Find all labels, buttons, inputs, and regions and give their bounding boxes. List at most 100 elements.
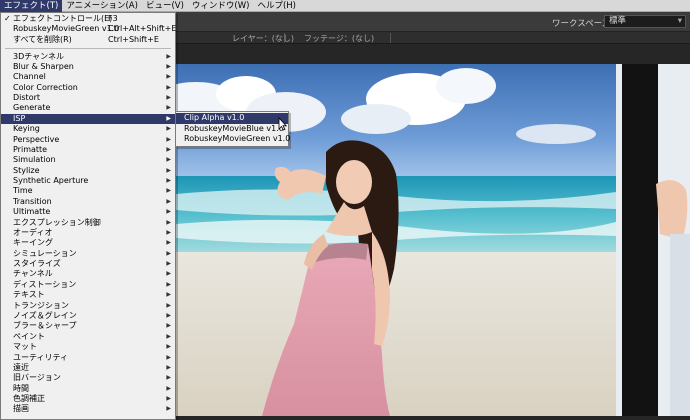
menu-item-category[interactable]: シミュレーション ▶ <box>1 249 175 259</box>
submenu-arrow-icon: ▶ <box>166 83 171 91</box>
submenu-item-clip-alpha[interactable]: Clip Alpha v1.0 <box>176 113 288 124</box>
menu-item-remove-all[interactable]: すべてを削除(R) Ctrl+Shift+E <box>1 35 175 45</box>
menu-effect[interactable]: エフェクト(T) <box>0 0 63 12</box>
menu-item-label: トランジション <box>13 300 69 310</box>
menu-item-label: Generate <box>13 103 51 113</box>
check-icon: ✓ <box>4 14 11 23</box>
menu-item-category[interactable]: トランジション ▶ <box>1 301 175 311</box>
menu-item-category[interactable]: エクスプレッション制御 ▶ <box>1 218 175 228</box>
menu-item-category[interactable]: ノイズ＆グレイン ▶ <box>1 311 175 321</box>
submenu-arrow-icon: ▶ <box>166 73 171 81</box>
menu-item-label: Time <box>13 186 33 196</box>
menu-item-label: 色調補正 <box>13 394 45 404</box>
menu-item-shortcut: F3 <box>108 14 118 23</box>
menu-divider <box>5 48 171 49</box>
menu-item-category[interactable]: Perspective ▶ <box>1 135 175 145</box>
menu-item-label: シミュレーション <box>13 248 77 258</box>
menu-item-category[interactable]: Synthetic Aperture ▶ <box>1 176 175 186</box>
menu-item-category[interactable]: Blur & Sharpen ▶ <box>1 62 175 72</box>
menu-item-category[interactable]: チャンネル ▶ <box>1 269 175 279</box>
menu-item-category[interactable]: Primatte ▶ <box>1 145 175 155</box>
mouse-cursor-icon <box>278 117 287 131</box>
menu-item-shortcut: Ctrl+Shift+E <box>108 34 159 44</box>
isp-submenu: Clip Alpha v1.0 RobuskeyMovieBlue v1.0 R… <box>175 111 290 147</box>
menu-view[interactable]: ビュー(V) <box>142 0 188 12</box>
submenu-arrow-icon: ▶ <box>166 374 171 382</box>
menu-item-category[interactable]: 旧バージョン ▶ <box>1 373 175 383</box>
menu-item-label: ISP <box>13 113 26 123</box>
menu-item-category[interactable]: ペイント ▶ <box>1 332 175 342</box>
submenu-arrow-icon: ▶ <box>166 197 171 205</box>
menu-item-category[interactable]: 3Dチャンネル ▶ <box>1 52 175 62</box>
menu-item-category[interactable]: ユーティリティ ▶ <box>1 353 175 363</box>
menu-item-category[interactable]: キーイング ▶ <box>1 238 175 248</box>
submenu-arrow-icon: ▶ <box>166 52 171 60</box>
effect-menu: ✓ エフェクトコントロール(E) F3 RobuskeyMovieGreen v… <box>0 12 176 420</box>
menu-item-label: ディストーション <box>13 279 77 289</box>
menu-item-label: ユーティリティ <box>13 352 69 362</box>
workspace-value: 標準 <box>609 16 627 26</box>
workspace-select[interactable]: 標準 ▾ <box>604 15 686 28</box>
composition-image-edge <box>616 64 690 416</box>
menu-item-category[interactable]: オーディオ ▶ <box>1 228 175 238</box>
menu-item-category[interactable]: テキスト ▶ <box>1 290 175 300</box>
menu-item-label: エクスプレッション制御 <box>13 217 101 227</box>
menu-item-category[interactable]: Simulation ▶ <box>1 155 175 165</box>
menu-animation[interactable]: アニメーション(A) <box>62 0 142 12</box>
menu-window[interactable]: ウィンドウ(W) <box>188 0 254 12</box>
menu-item-category[interactable]: ディストーション ▶ <box>1 280 175 290</box>
menu-item-category[interactable]: 時間 ▶ <box>1 384 175 394</box>
menu-item-label: スタイライズ <box>13 259 61 269</box>
menu-item-shortcut: Ctrl+Alt+Shift+E <box>108 24 177 34</box>
menu-item-category[interactable]: Color Correction ▶ <box>1 83 175 93</box>
submenu-arrow-icon: ▶ <box>166 208 171 216</box>
menu-item-label: 時間 <box>13 383 29 393</box>
menu-item-category[interactable]: Generate ▶ <box>1 103 175 113</box>
menu-item-label: ブラー＆シャープ <box>13 321 77 331</box>
menu-item-label: Perspective <box>13 134 60 144</box>
menu-item-category[interactable]: Ultimatte ▶ <box>1 207 175 217</box>
submenu-arrow-icon: ▶ <box>166 228 171 236</box>
submenu-arrow-icon: ▶ <box>166 125 171 133</box>
menu-bar: エフェクト(T) アニメーション(A) ビュー(V) ウィンドウ(W) ヘルプ(… <box>0 0 690 12</box>
submenu-arrow-icon: ▶ <box>166 270 171 278</box>
menu-item-category[interactable]: Stylize ▶ <box>1 166 175 176</box>
submenu-item-robuskey-blue[interactable]: RobuskeyMovieBlue v1.0 <box>176 124 288 135</box>
submenu-arrow-icon: ▶ <box>166 156 171 164</box>
menu-item-category[interactable]: ISP ▶ <box>1 113 175 125</box>
submenu-item-robuskey-green[interactable]: RobuskeyMovieGreen v1.0 <box>176 134 290 145</box>
menu-item-category[interactable]: スタイライズ ▶ <box>1 259 175 269</box>
menu-item-category[interactable]: 描画 ▶ <box>1 404 175 414</box>
menu-item-label: Primatte <box>13 144 48 154</box>
submenu-arrow-icon: ▶ <box>166 94 171 102</box>
submenu-arrow-icon: ▶ <box>166 239 171 247</box>
menu-item-category[interactable]: Keying ▶ <box>1 124 175 134</box>
menu-item-category[interactable]: ブラー＆シャープ ▶ <box>1 321 175 331</box>
menu-item-category[interactable]: Channel ▶ <box>1 72 175 82</box>
menu-item-category[interactable]: Distort ▶ <box>1 93 175 103</box>
submenu-arrow-icon: ▶ <box>166 353 171 361</box>
submenu-arrow-icon: ▶ <box>166 62 171 70</box>
submenu-arrow-icon: ▶ <box>166 405 171 413</box>
menu-item-label: 旧バージョン <box>13 373 61 383</box>
menu-item-category[interactable]: Time ▶ <box>1 186 175 196</box>
submenu-arrow-icon: ▶ <box>166 260 171 268</box>
menu-item-category[interactable]: マット ▶ <box>1 342 175 352</box>
menu-item-last-effect[interactable]: RobuskeyMovieGreen v1.0 Ctrl+Alt+Shift+E <box>1 24 177 34</box>
menu-item-label: RobuskeyMovieGreen v1.0 <box>13 24 120 34</box>
submenu-arrow-icon: ▶ <box>166 332 171 340</box>
menu-item-category[interactable]: 色調補正 ▶ <box>1 394 175 404</box>
menu-item-category[interactable]: 遠近 ▶ <box>1 363 175 373</box>
submenu-arrow-icon: ▶ <box>166 145 171 153</box>
submenu-arrow-icon: ▶ <box>166 114 171 122</box>
menu-item-category[interactable]: Transition ▶ <box>1 197 175 207</box>
submenu-arrow-icon: ▶ <box>166 322 171 330</box>
menu-item-effect-controls[interactable]: ✓ エフェクトコントロール(E) F3 <box>1 14 175 24</box>
submenu-arrow-icon: ▶ <box>166 301 171 309</box>
menu-item-label: チャンネル <box>13 269 53 279</box>
tab-layer[interactable]: レイヤー：(なし) <box>232 33 294 44</box>
menu-help[interactable]: ヘルプ(H) <box>253 0 300 12</box>
tab-footage[interactable]: フッテージ：(なし) <box>304 33 374 44</box>
submenu-arrow-icon: ▶ <box>166 104 171 112</box>
menu-item-label: Keying <box>13 124 40 134</box>
